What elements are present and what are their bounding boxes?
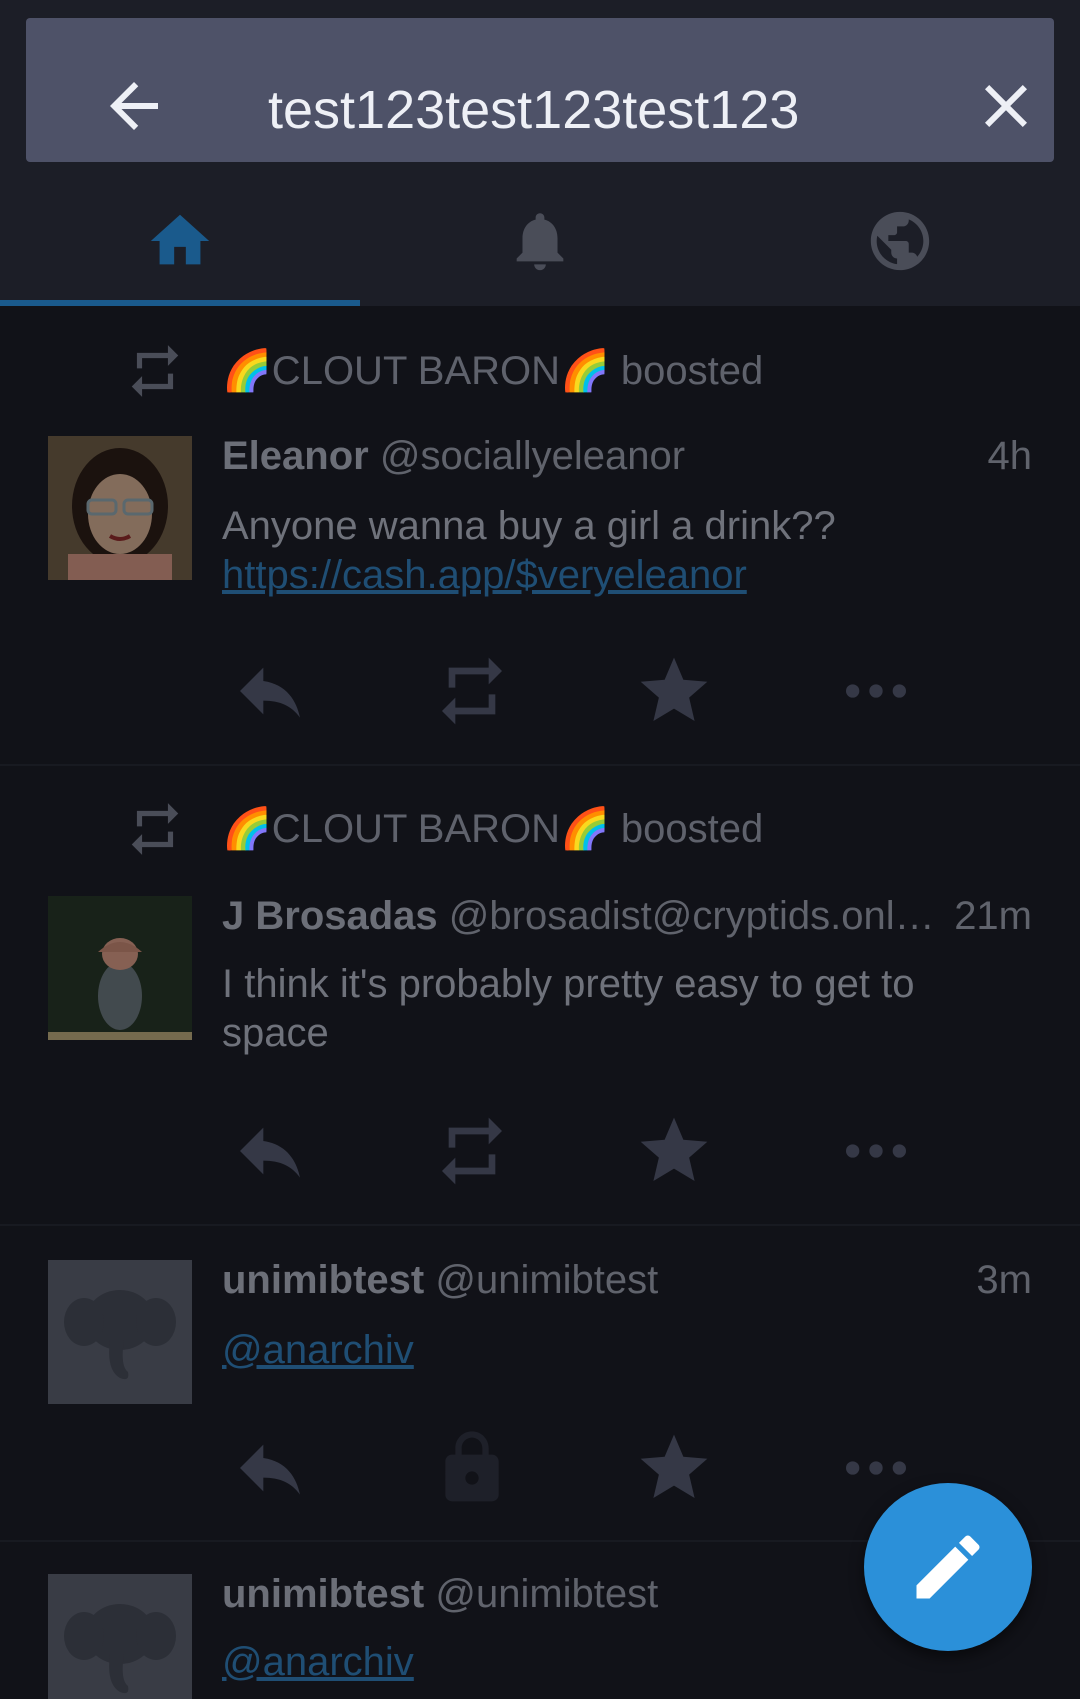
top-bar: test123test123test123 [0, 0, 1080, 306]
account-handle[interactable]: @brosadist@cryptids.onl… [449, 894, 935, 938]
compose-button[interactable] [864, 1483, 1032, 1651]
avatar[interactable] [48, 1260, 192, 1404]
boost-icon[interactable] [432, 1111, 512, 1191]
star-icon[interactable] [634, 1111, 714, 1191]
tab-bar [0, 180, 1080, 306]
status-actions [0, 651, 1080, 731]
globe-icon [870, 211, 930, 271]
status-content: Anyone wanna buy a girl a drink?? https:… [222, 502, 1022, 600]
account-handle[interactable]: @unimibtest [435, 1572, 658, 1616]
account-handle[interactable]: @sociallyeleanor [380, 434, 685, 478]
status-item[interactable]: 🌈CLOUT BARON🌈 boosted Eleanor @sociallye… [0, 306, 1080, 766]
status-time: 4h [987, 434, 1033, 478]
pencil-icon [916, 1535, 980, 1599]
display-name[interactable]: unimibtest [222, 1258, 424, 1302]
tab-home[interactable] [0, 180, 360, 306]
avatar[interactable] [48, 1574, 192, 1699]
search-input[interactable]: test123test123test123 [268, 74, 908, 146]
more-icon[interactable] [836, 651, 916, 731]
reply-icon[interactable] [230, 1428, 310, 1508]
status-time: 3m [976, 1258, 1032, 1302]
close-icon[interactable] [970, 70, 1042, 142]
account-handle[interactable]: @unimibtest [435, 1258, 658, 1302]
display-name[interactable]: Eleanor [222, 434, 369, 478]
mention-link[interactable]: @anarchiv [222, 1640, 414, 1684]
status-link[interactable]: https://cash.app/$veryeleanor [222, 553, 747, 597]
status-text: I think it's probably pretty easy to get… [222, 962, 915, 1055]
mention-link[interactable]: @anarchiv [222, 1328, 414, 1372]
bell-icon [516, 213, 564, 271]
author-line: unimibtest @unimibtest [222, 1250, 1032, 1310]
display-name[interactable]: J Brosadas [222, 894, 438, 938]
search-bar[interactable]: test123test123test123 [26, 18, 1054, 162]
reply-icon[interactable] [230, 1111, 310, 1191]
status-actions [0, 1111, 1080, 1191]
boost-header: 🌈CLOUT BARON🌈 boosted [0, 336, 1080, 406]
boost-icon [131, 345, 179, 397]
boosted-by-label: 🌈CLOUT BARON🌈 boosted [222, 349, 764, 393]
status-content: I think it's probably pretty easy to get… [222, 960, 1022, 1058]
boosted-by-label: 🌈CLOUT BARON🌈 boosted [222, 807, 764, 851]
author-line: J Brosadas @brosadist@cryptids.onl… [222, 886, 962, 946]
tab-notifications[interactable] [360, 180, 720, 306]
star-icon[interactable] [634, 651, 714, 731]
reply-icon[interactable] [230, 651, 310, 731]
author-line: Eleanor @sociallyeleanor [222, 426, 1032, 486]
back-icon[interactable] [98, 70, 170, 142]
star-icon[interactable] [634, 1428, 714, 1508]
lock-icon [432, 1428, 512, 1508]
status-time: 21m [954, 894, 1032, 938]
boost-icon [131, 803, 179, 855]
status-content: @anarchiv [222, 1326, 1022, 1375]
avatar[interactable] [48, 436, 192, 580]
home-icon [150, 214, 210, 265]
display-name[interactable]: unimibtest [222, 1572, 424, 1616]
more-icon[interactable] [836, 1111, 916, 1191]
tab-federated[interactable] [720, 180, 1080, 306]
status-text: Anyone wanna buy a girl a drink?? [222, 504, 836, 548]
boost-header: 🌈CLOUT BARON🌈 boosted [0, 794, 1080, 864]
avatar[interactable] [48, 896, 192, 1040]
status-item[interactable]: 🌈CLOUT BARON🌈 boosted J Brosadas @brosad… [0, 766, 1080, 1226]
boost-icon[interactable] [432, 651, 512, 731]
status-content: @anarchiv [222, 1638, 1022, 1687]
